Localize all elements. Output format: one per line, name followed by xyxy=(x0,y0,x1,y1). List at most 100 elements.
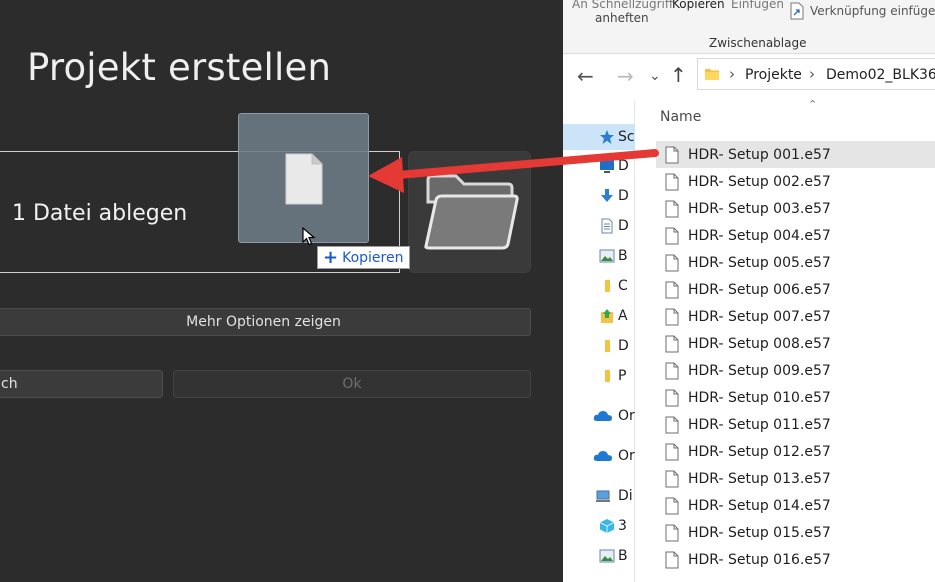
file-row[interactable]: HDR- Setup 013.e57 xyxy=(656,465,935,492)
file-icon xyxy=(665,497,679,514)
3d-objects-icon xyxy=(599,519,615,533)
nav-item-quick-access[interactable]: Sc xyxy=(563,124,635,150)
clipboard-group-label: Zwischenablage xyxy=(709,36,807,50)
star-icon xyxy=(600,130,614,144)
pin-quick-access-label[interactable]: anheften xyxy=(595,11,649,25)
file-name: HDR- Setup 008.e57 xyxy=(688,335,831,352)
file-icon xyxy=(665,227,679,244)
copy-button[interactable]: Kopieren xyxy=(672,0,725,11)
file-row[interactable]: HDR- Setup 008.e57 xyxy=(656,330,935,357)
file-icon xyxy=(665,362,679,379)
pictures-icon xyxy=(599,549,615,563)
file-name: HDR- Setup 013.e57 xyxy=(688,470,831,487)
file-row[interactable]: HDR- Setup 003.e57 xyxy=(656,195,935,222)
file-row[interactable]: HDR- Setup 002.e57 xyxy=(656,168,935,195)
nav-item-documents[interactable]: D xyxy=(563,213,635,239)
copy-drag-tooltip: + Kopieren xyxy=(317,246,411,269)
nav-item-label: D xyxy=(618,338,629,354)
nav-item-folder[interactable]: P xyxy=(563,363,635,389)
ribbon-toolbar: An Schnellzugriff anheften Kopieren Einf… xyxy=(563,0,935,54)
file-icon xyxy=(665,416,679,433)
browse-folder-button[interactable] xyxy=(408,151,531,273)
file-icon xyxy=(665,281,679,298)
navigation-pane: Sc D D D B C A D P Or Or Di 3 B xyxy=(563,100,635,582)
file-icon xyxy=(665,308,679,325)
paste-shortcut-button[interactable]: Verknüpfung einfüger xyxy=(810,4,935,18)
sort-ascending-icon: ⌃ xyxy=(808,98,818,111)
file-row[interactable]: HDR- Setup 005.e57 xyxy=(656,249,935,276)
nav-item-pictures[interactable]: B xyxy=(563,543,635,569)
file-name: HDR- Setup 002.e57 xyxy=(688,173,831,190)
breadcrumb-chevron-icon[interactable]: › xyxy=(809,65,815,83)
name-column-header[interactable]: ⌃ Name xyxy=(636,98,935,140)
address-field[interactable]: › Projekte › Demo02_BLK360 xyxy=(697,58,935,90)
plus-icon: + xyxy=(323,246,339,268)
file-name: HDR- Setup 005.e57 xyxy=(688,254,831,271)
document-icon xyxy=(601,218,613,234)
file-row[interactable]: HDR- Setup 014.e57 xyxy=(656,492,935,519)
nav-item-label: C xyxy=(618,278,628,294)
chevron-down-icon[interactable]: ⌄ xyxy=(649,68,661,84)
file-name: HDR- Setup 015.e57 xyxy=(688,524,831,541)
nav-item-folder[interactable]: C xyxy=(563,273,635,299)
forward-arrow-icon[interactable]: → xyxy=(617,64,634,88)
folder-icon xyxy=(605,370,610,382)
file-row[interactable]: HDR- Setup 006.e57 xyxy=(656,276,935,303)
back-arrow-icon[interactable]: ← xyxy=(577,64,594,88)
file-row[interactable]: HDR- Setup 015.e57 xyxy=(656,519,935,546)
nav-item-3d-objects[interactable]: 3 xyxy=(563,513,635,539)
nav-item-downloads[interactable]: D xyxy=(563,183,635,209)
file-icon xyxy=(665,551,679,568)
file-name: HDR- Setup 007.e57 xyxy=(688,308,831,325)
pin-quick-access-button[interactable]: An Schnellzugriff xyxy=(572,0,673,11)
file-icon xyxy=(665,524,679,541)
cancel-button[interactable]: ch xyxy=(0,370,163,398)
breadcrumb-chevron-icon[interactable]: › xyxy=(729,65,735,83)
nav-item-onedrive[interactable]: Or xyxy=(563,443,635,469)
paste-button[interactable]: Einfügen xyxy=(731,0,784,11)
nav-item-label: D xyxy=(618,188,629,204)
create-project-dialog: Projekt erstellen 1 Datei ablegen + Kopi… xyxy=(0,0,563,582)
copy-tooltip-label: Kopieren xyxy=(342,249,404,266)
file-row[interactable]: HDR- Setup 012.e57 xyxy=(656,438,935,465)
file-name: HDR- Setup 012.e57 xyxy=(688,443,831,460)
file-row[interactable]: HDR- Setup 004.e57 xyxy=(656,222,935,249)
nav-item-label: Or xyxy=(618,408,635,424)
column-header-label: Name xyxy=(660,109,702,125)
onedrive-icon xyxy=(593,451,612,461)
onedrive-icon xyxy=(593,411,612,421)
file-icon xyxy=(285,153,323,205)
breadcrumb-demo[interactable]: Demo02_BLK360 xyxy=(826,67,935,83)
file-row[interactable]: HDR- Setup 009.e57 xyxy=(656,357,935,384)
ok-button[interactable]: Ok xyxy=(173,370,531,398)
file-icon xyxy=(665,200,679,217)
file-row[interactable]: HDR- Setup 016.e57 xyxy=(656,546,935,573)
drop-zone-label: 1 Datei ablegen xyxy=(12,201,188,226)
file-row[interactable]: HDR- Setup 007.e57 xyxy=(656,303,935,330)
nav-item-desktop[interactable]: D xyxy=(563,153,635,179)
file-name: HDR- Setup 010.e57 xyxy=(688,389,831,406)
file-name: HDR- Setup 016.e57 xyxy=(688,551,831,568)
nav-item-label: D xyxy=(618,158,629,174)
nav-item-label: Di xyxy=(618,488,633,504)
file-row[interactable]: HDR- Setup 011.e57 xyxy=(656,411,935,438)
nav-item-pictures[interactable]: B xyxy=(563,243,635,269)
nav-item-folder[interactable]: D xyxy=(563,333,635,359)
file-row[interactable]: HDR- Setup 001.e57 xyxy=(656,141,935,168)
shortcut-icon xyxy=(790,2,804,20)
more-options-button[interactable]: Mehr Optionen zeigen xyxy=(0,308,531,336)
file-name: HDR- Setup 001.e57 xyxy=(688,146,831,163)
nav-item-this-pc[interactable]: Di xyxy=(563,483,635,509)
nav-item-onedrive[interactable]: Or xyxy=(563,403,635,429)
folder-icon xyxy=(605,340,610,352)
desktop-icon xyxy=(600,160,614,173)
file-icon xyxy=(665,443,679,460)
nav-item-folder[interactable]: A xyxy=(563,303,635,329)
breadcrumb-projekte[interactable]: Projekte xyxy=(745,67,802,83)
folder-green-arrow-icon xyxy=(601,309,613,323)
file-icon xyxy=(665,146,679,163)
file-icon xyxy=(665,335,679,352)
file-row[interactable]: HDR- Setup 010.e57 xyxy=(656,384,935,411)
file-name: HDR- Setup 014.e57 xyxy=(688,497,831,514)
up-arrow-icon[interactable]: ↑ xyxy=(670,63,687,87)
